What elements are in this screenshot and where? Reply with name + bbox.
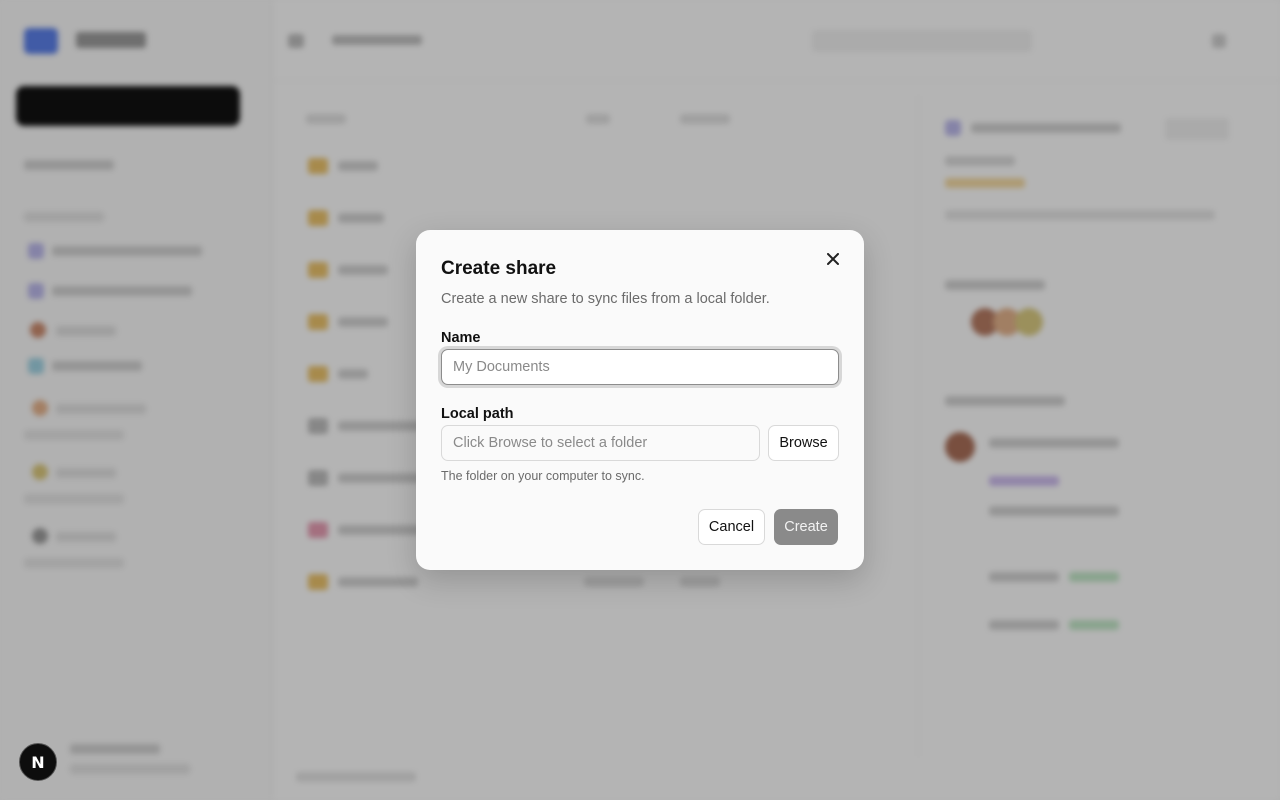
create-share-dialog: Create share Create a new share to sync … [416,230,864,570]
close-button[interactable] [822,250,844,272]
dialog-title: Create share [441,258,557,279]
app-badge[interactable]: N [19,743,57,781]
local-path-input[interactable] [441,425,760,461]
name-input[interactable] [441,349,839,385]
browse-button[interactable]: Browse [768,425,839,461]
app-badge-letter: N [31,752,45,772]
create-button[interactable]: Create [774,509,838,545]
local-path-hint: The folder on your computer to sync. [441,469,645,483]
cancel-button[interactable]: Cancel [698,509,765,545]
name-label: Name [441,330,481,346]
dialog-description: Create a new share to sync files from a … [441,291,770,307]
close-icon [827,252,839,270]
local-path-label: Local path [441,406,514,422]
